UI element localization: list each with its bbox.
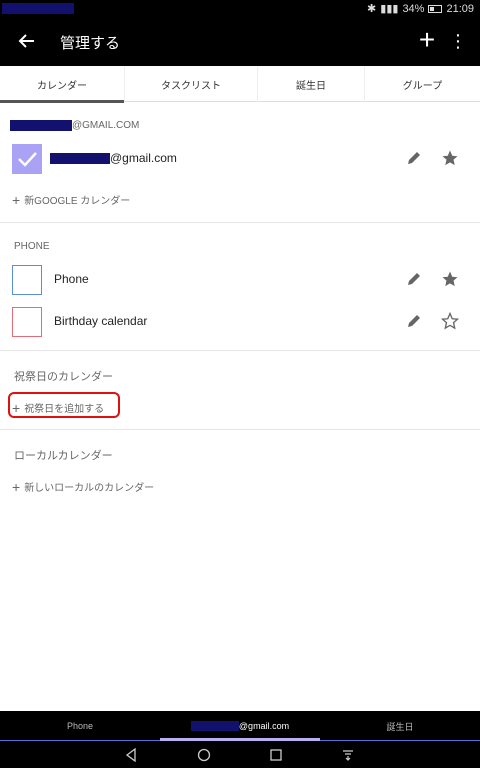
battery-icon [428,4,443,13]
calendar-checkbox[interactable] [12,144,42,174]
divider [0,429,480,430]
calendar-suffix: @gmail.com [110,151,177,165]
phone-section-title: PHONE [14,241,50,252]
account-tab-label: Phone [66,721,94,731]
edit-icon[interactable] [403,268,425,290]
local-section-title: ローカルカレンダー [14,450,113,462]
nav-recents-icon[interactable] [266,745,286,765]
redacted-email [190,721,239,731]
page-title: 管理する [60,35,121,52]
phone-checkbox[interactable] [12,265,42,295]
battery-percent: 34% [402,2,425,15]
tab-group[interactable]: グループ [365,66,480,102]
tab-tasklist[interactable]: タスクリスト [125,66,258,102]
account-tab-gmail[interactable]: @gmail.com [160,711,320,741]
star-filled-icon[interactable] [439,268,461,290]
plus-small-icon: + [12,191,21,208]
holiday-section-title: 祝祭日のカレンダー [14,371,113,383]
add-holiday-calendar-link[interactable]: + 祝祭日を追加する [12,399,105,416]
app-bar: 管理する + ⋮ [0,18,480,66]
edit-icon[interactable] [403,147,425,169]
birthday-calendar-label: Birthday calendar [54,314,148,328]
google-account-header: @GMAIL.COM [10,120,139,131]
redacted-account [10,120,72,131]
birthday-checkbox[interactable] [12,307,42,337]
check-icon [18,152,37,167]
account-tab-label: 誕生日 [386,721,414,732]
redacted-email [50,153,110,165]
nav-notification-icon[interactable] [338,745,358,765]
account-tab-label: @gmail.com [238,721,290,731]
add-local-label: 新しいローカルのカレンダー [24,483,155,494]
tab-calendar[interactable]: カレンダー [0,66,125,103]
plus-small-icon: + [12,478,21,495]
account-tab-phone[interactable]: Phone [0,711,160,741]
plus-small-icon: + [12,399,21,416]
phone-calendar-label: Phone [54,272,89,286]
plus-icon[interactable]: + [414,26,440,56]
bluetooth-icon: ✱ [367,3,377,15]
arrow-back-icon[interactable] [14,28,40,54]
status-bar: ✱ ▮▮▮ 34% 21:09 [0,0,480,18]
add-holiday-label: 祝祭日を追加する [24,404,105,415]
phone-calendar-row[interactable]: Phone [0,260,480,300]
nav-home-icon[interactable] [194,745,214,765]
add-google-calendar-label: 新GOOGLE カレンダー [24,196,131,207]
account-suffix: @GMAIL.COM [72,120,140,132]
redacted-notification [2,3,74,14]
add-google-calendar-link[interactable]: + 新GOOGLE カレンダー [12,191,131,208]
more-vert-icon[interactable]: ⋮ [448,28,468,54]
signal-icon: ▮▮▮ [380,3,399,15]
account-tab-birthday[interactable]: 誕生日 [320,711,480,741]
nav-back-icon[interactable] [121,745,141,765]
birthday-calendar-row[interactable]: Birthday calendar [0,302,480,342]
account-tab-bar: Phone @gmail.com 誕生日 [0,711,480,741]
divider [0,222,480,223]
clock: 21:09 [446,2,474,15]
divider [0,350,480,351]
star-filled-icon[interactable] [439,147,461,169]
add-local-calendar-link[interactable]: + 新しいローカルのカレンダー [12,478,155,495]
status-icons: ✱ ▮▮▮ 34% 21:09 [367,2,474,16]
tab-birthday[interactable]: 誕生日 [258,66,365,102]
star-outline-icon[interactable] [439,310,461,332]
google-calendar-label: @gmail.com [50,151,177,165]
system-nav-bar [0,741,480,768]
edit-icon[interactable] [403,310,425,332]
tab-bar: カレンダー タスクリスト 誕生日 グループ [0,66,480,103]
google-calendar-row[interactable]: @gmail.com [0,139,480,179]
